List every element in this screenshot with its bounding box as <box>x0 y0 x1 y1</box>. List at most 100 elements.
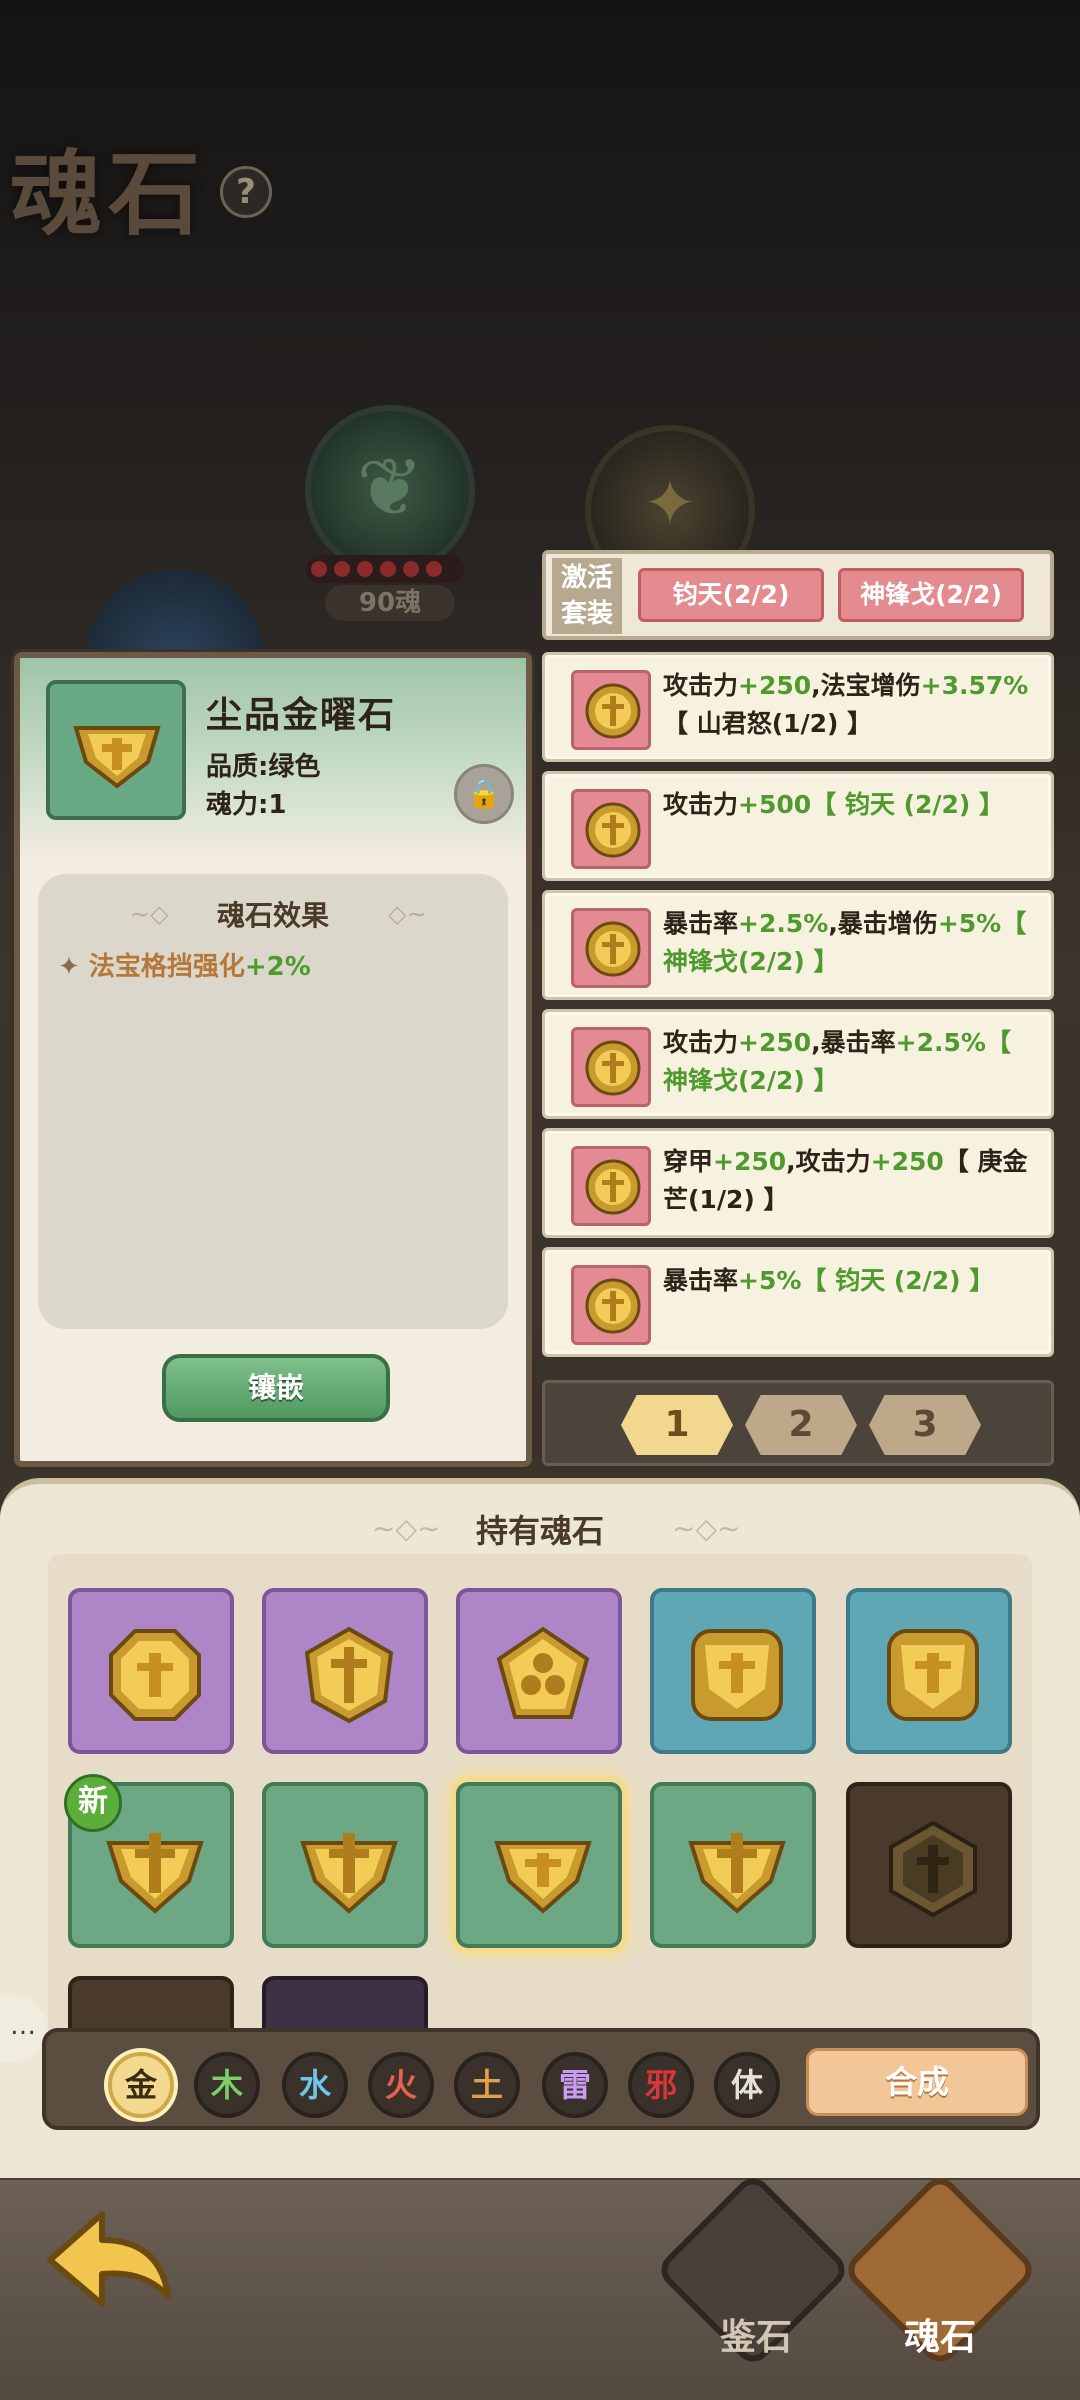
inventory-slot[interactable]: 新 <box>64 1774 234 1948</box>
stone-effect-part: +3.57% <box>920 671 1029 700</box>
cloud-ornament-icon: ◇∼ <box>388 900 427 928</box>
orb-count-label: 90魂 <box>325 585 455 621</box>
stone-detail-panel: 尘品金曜石 品质:绿色 魂力:1 🔒 ∼◇ 魂石效果 ◇∼ ✦ 法宝格挡强化+2… <box>14 652 532 1467</box>
suite-tag[interactable]: 钧天(2/2) <box>638 568 824 622</box>
element-filter-button[interactable]: 水 <box>282 2052 348 2118</box>
stone-effect-text: 攻击力+250,法宝增伤+3.57% 【 山君怒(1/2) 】 <box>663 667 1033 743</box>
stone-effect-part: 【 钧天 (2/2) 】 <box>811 790 1005 819</box>
bottom-nav: 鉴石 魂石 <box>0 2171 1080 2400</box>
element-filter-button[interactable]: 土 <box>454 2052 520 2118</box>
back-arrow-icon[interactable] <box>40 2200 180 2330</box>
sword-gem-icon <box>571 1146 651 1226</box>
stone-effect-part: +2.5% <box>895 1028 986 1057</box>
inventory-slot[interactable] <box>846 1782 1012 1948</box>
page-button-3[interactable]: 3 <box>869 1395 981 1455</box>
sword-gem-icon <box>571 908 651 988</box>
stone-effect-text: 攻击力+500【 钧天 (2/2) 】 <box>663 786 1033 824</box>
wood-element-orb[interactable]: ❦ <box>305 405 475 575</box>
inventory-slot[interactable] <box>650 1588 816 1754</box>
inlay-button[interactable]: 镶嵌 <box>162 1354 390 1422</box>
stone-effect-text: 暴击率+2.5%,暴击增伤+5%【 神锋戈(2/2) 】 <box>663 905 1033 981</box>
sword-gem-icon <box>571 670 651 750</box>
stone-effect-part: ,暴击增伤 <box>828 909 938 938</box>
shield-gem-icon <box>73 726 161 789</box>
stone-effect-box: ∼◇ 魂石效果 ◇∼ ✦ 法宝格挡强化+2% <box>38 874 508 1329</box>
sword-gem-icon <box>571 789 651 869</box>
cloud-tree-icon: ❦ <box>356 441 424 534</box>
stone-list-row[interactable]: 攻击力+500【 钧天 (2/2) 】 <box>542 771 1054 881</box>
inventory-slot[interactable] <box>456 1588 622 1754</box>
lock-icon[interactable]: 🔒 <box>454 764 514 824</box>
orb-level-dots <box>306 555 464 583</box>
inventory-title: 持有魂石 <box>475 1512 604 1550</box>
stone-effect-part: 穿甲 <box>663 1147 714 1176</box>
stone-quality: 品质:绿色 <box>206 752 321 782</box>
stone-effect-text: 暴击率+5%【 钧天 (2/2) 】 <box>663 1262 1033 1300</box>
question-mark-icon[interactable]: ? <box>220 166 272 218</box>
page-button-2[interactable]: 2 <box>745 1395 857 1455</box>
new-badge: 新 <box>64 1774 122 1832</box>
element-filter-button[interactable]: 火 <box>368 2052 434 2118</box>
effect-value: +2% <box>244 952 311 982</box>
stone-effect-text: 攻击力+250,暴击率+2.5%【 神锋戈(2/2) 】 <box>663 1024 1033 1100</box>
selected-stone-icon <box>46 680 186 820</box>
stone-list-row[interactable]: 暴击率+2.5%,暴击增伤+5%【 神锋戈(2/2) 】 <box>542 890 1054 1000</box>
active-suite-bar: 激活 套装 钧天(2/2) 神锋戈(2/2) <box>542 550 1054 640</box>
element-filter-button[interactable]: 木 <box>194 2052 260 2118</box>
nav-label-appraise[interactable]: 鉴石 <box>676 2308 836 2360</box>
element-filter-bar: 金木水火土雷邪体 合成 <box>42 2028 1040 2130</box>
cloud-ornament-icon: ∼◇∼ <box>672 1512 741 1545</box>
stone-list-row[interactable]: 攻击力+250,法宝增伤+3.57% 【 山君怒(1/2) 】 <box>542 652 1054 762</box>
stone-effect-part: ,暴击率 <box>811 1028 896 1057</box>
sword-gem-icon <box>571 1027 651 1107</box>
stone-effect-part: +250 <box>870 1147 944 1176</box>
merge-button[interactable]: 合成 <box>806 2048 1028 2116</box>
effect-name[interactable]: 法宝格挡强化 <box>89 952 245 982</box>
stone-effect-part: +5% <box>937 909 1002 938</box>
stone-effect-part: 暴击率 <box>663 1266 739 1295</box>
stone-effect-part: +500 <box>738 790 812 819</box>
stone-effect-part: +2.5% <box>738 909 829 938</box>
stone-effect-text: 穿甲+250,攻击力+250【 庚金芒(1/2) 】 <box>663 1143 1033 1219</box>
page-title: 魂石 <box>10 140 207 248</box>
suite-label-line2: 套装 <box>560 599 613 629</box>
element-filter-button[interactable]: 体 <box>714 2052 780 2118</box>
sword-gem-icon <box>571 1265 651 1345</box>
page-button-1[interactable]: 1 <box>621 1395 733 1455</box>
stone-effect-part: 暴击率 <box>663 909 739 938</box>
stone-effect-part: 【 山君怒(1/2) 】 <box>663 709 873 738</box>
effect-title: 魂石效果 <box>216 899 329 932</box>
effect-star-icon: ✦ <box>58 952 80 982</box>
inventory-slot[interactable] <box>456 1782 622 1948</box>
stone-list-row[interactable]: 暴击率+5%【 钧天 (2/2) 】 <box>542 1247 1054 1357</box>
effect-line: ✦ 法宝格挡强化+2% <box>58 946 311 983</box>
inventory-slot[interactable] <box>68 1588 234 1754</box>
stone-list-row[interactable]: 攻击力+250,暴击率+2.5%【 神锋戈(2/2) 】 <box>542 1009 1054 1119</box>
nav-label-soulstone[interactable]: 魂石 <box>860 2308 1020 2360</box>
suite-label-line1: 激活 <box>560 563 613 593</box>
stone-effect-part: +250 <box>713 1147 787 1176</box>
stone-effect-part: +250 <box>738 1028 812 1057</box>
stone-soul-power: 魂力:1 <box>206 790 287 820</box>
stone-effect-part: ,攻击力 <box>786 1147 871 1176</box>
stone-effect-part: 攻击力 <box>663 790 739 819</box>
stone-effect-part: 攻击力 <box>663 1028 739 1057</box>
element-filter-button[interactable]: 金 <box>108 2052 174 2118</box>
stone-name: 尘品金曜石 <box>206 695 397 736</box>
inventory-slot[interactable] <box>262 1588 428 1754</box>
stone-effect-part: ,法宝增伤 <box>811 671 921 700</box>
element-filter-button[interactable]: 邪 <box>628 2052 694 2118</box>
stone-list-row[interactable]: 穿甲+250,攻击力+250【 庚金芒(1/2) 】 <box>542 1128 1054 1238</box>
diamond-star-icon: ✦ <box>643 467 697 541</box>
stone-list-pager: 1 2 3 <box>542 1380 1054 1466</box>
inventory-slot[interactable] <box>650 1782 816 1948</box>
stone-effect-part: 攻击力 <box>663 671 739 700</box>
inventory-slot[interactable] <box>262 1782 428 1948</box>
inventory-slot[interactable] <box>846 1588 1012 1754</box>
suite-label: 激活 套装 <box>552 558 622 634</box>
stone-effect-part: 【 钧天 (2/2) 】 <box>801 1266 995 1295</box>
element-filter-button[interactable]: 雷 <box>542 2052 608 2118</box>
page-header: 魂石 ? <box>0 110 420 260</box>
stone-effect-part: +250 <box>738 671 812 700</box>
suite-tag[interactable]: 神锋戈(2/2) <box>838 568 1024 622</box>
